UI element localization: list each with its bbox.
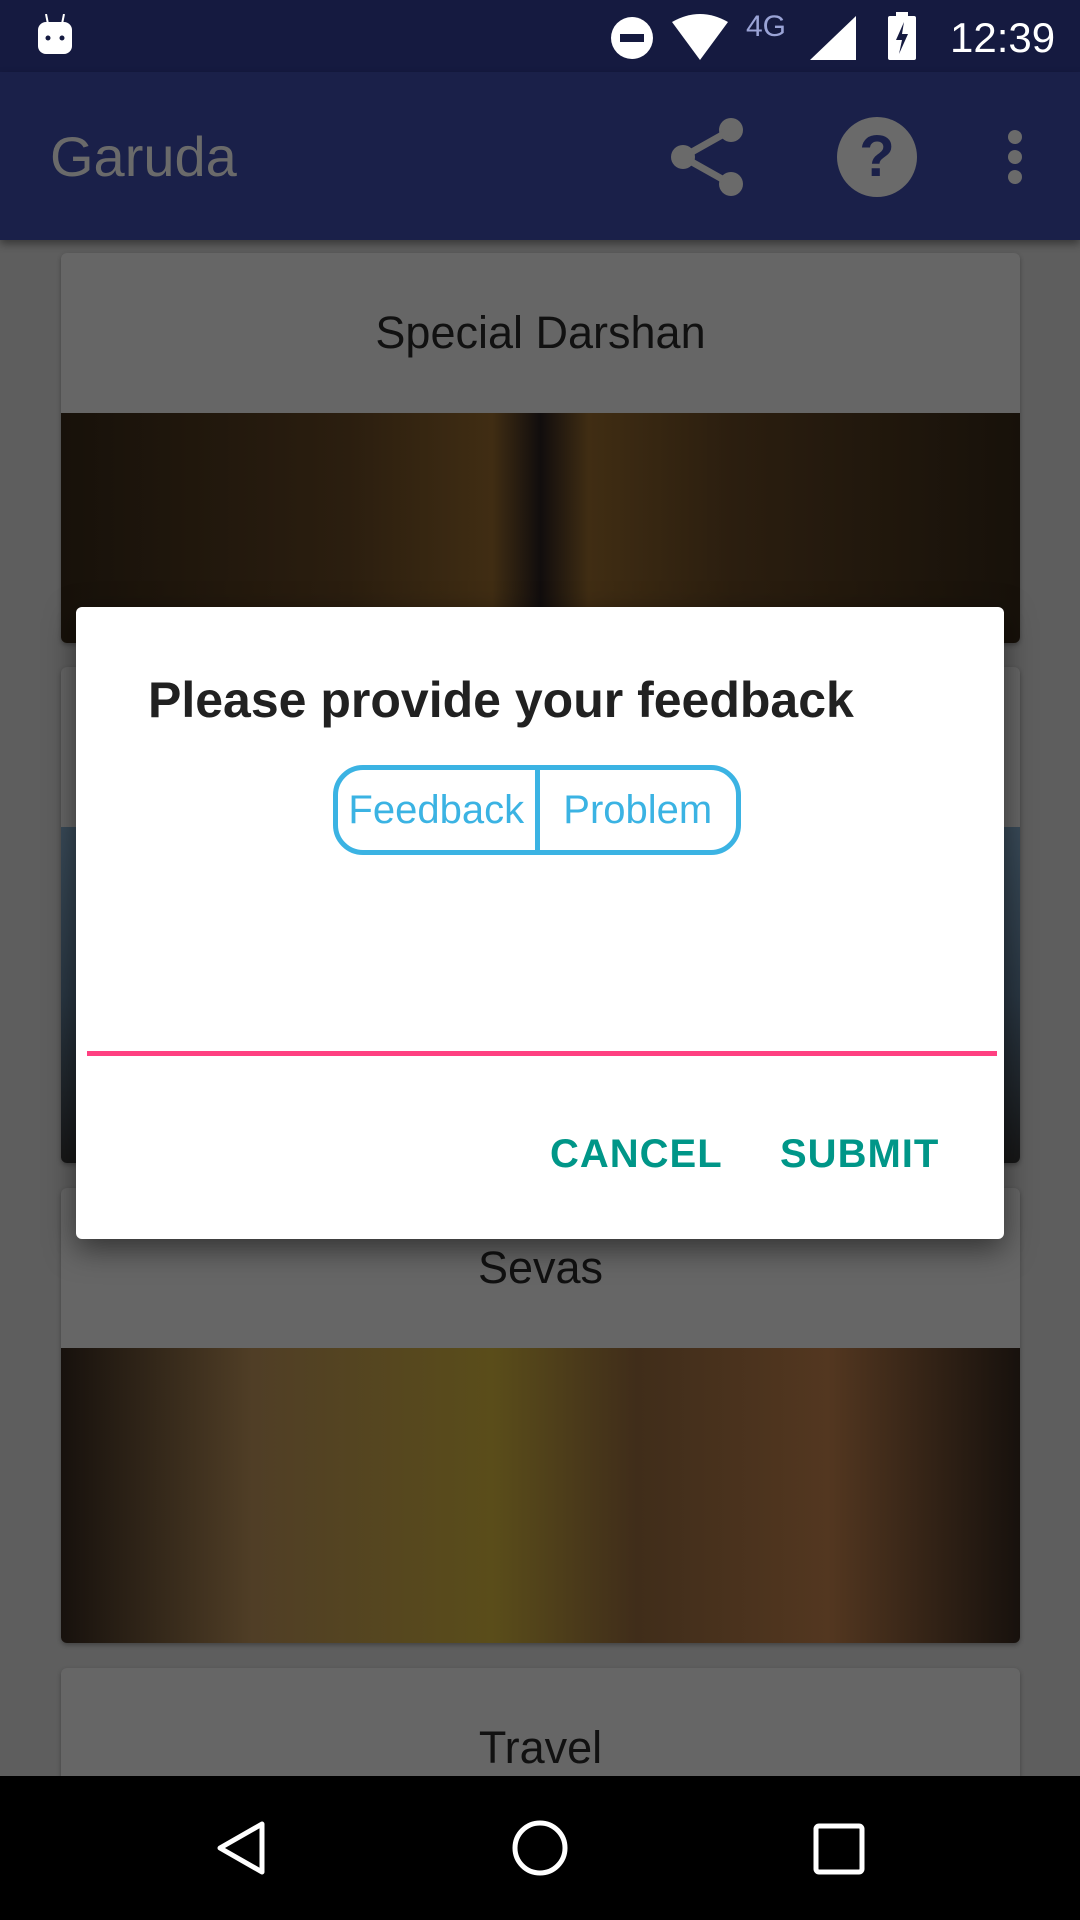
card-sevas[interactable]: Sevas	[61, 1188, 1020, 1643]
segment-problem[interactable]: Problem	[534, 770, 737, 850]
battery-charging-icon	[888, 12, 916, 60]
svg-text:?: ?	[859, 124, 894, 189]
feedback-dialog: Please provide your feedback Feedback Pr…	[76, 607, 1004, 1239]
card-special-darshan[interactable]: Special Darshan	[61, 253, 1020, 643]
do-not-disturb-icon	[611, 17, 653, 59]
cancel-button[interactable]: CANCEL	[550, 1132, 723, 1177]
card-title: Special Darshan	[375, 307, 706, 358]
more-vert-icon[interactable]	[990, 112, 1040, 202]
dialog-title: Please provide your feedback	[148, 672, 854, 728]
network-type: 4G	[746, 10, 787, 43]
clock: 12:39	[950, 14, 1056, 61]
status-bar: 4G 12:39	[0, 0, 1080, 72]
navigation-bar	[0, 1776, 1080, 1920]
help-icon[interactable]: ?	[832, 112, 922, 202]
android-notification-icon	[38, 14, 72, 54]
feedback-type-toggle: Feedback Problem	[333, 765, 741, 855]
home-icon[interactable]	[510, 1818, 570, 1878]
back-icon[interactable]	[210, 1818, 270, 1878]
cell-signal-icon	[810, 16, 856, 60]
wifi-icon	[672, 14, 728, 60]
app-bar: Garuda ?	[0, 72, 1080, 240]
feedback-input[interactable]	[87, 907, 997, 1056]
segment-feedback[interactable]: Feedback	[338, 770, 535, 850]
card-image	[61, 1348, 1020, 1643]
submit-button[interactable]: SUBMIT	[780, 1132, 939, 1177]
share-icon[interactable]	[663, 112, 753, 202]
app-title: Garuda	[50, 125, 237, 188]
recents-icon[interactable]	[812, 1822, 866, 1876]
